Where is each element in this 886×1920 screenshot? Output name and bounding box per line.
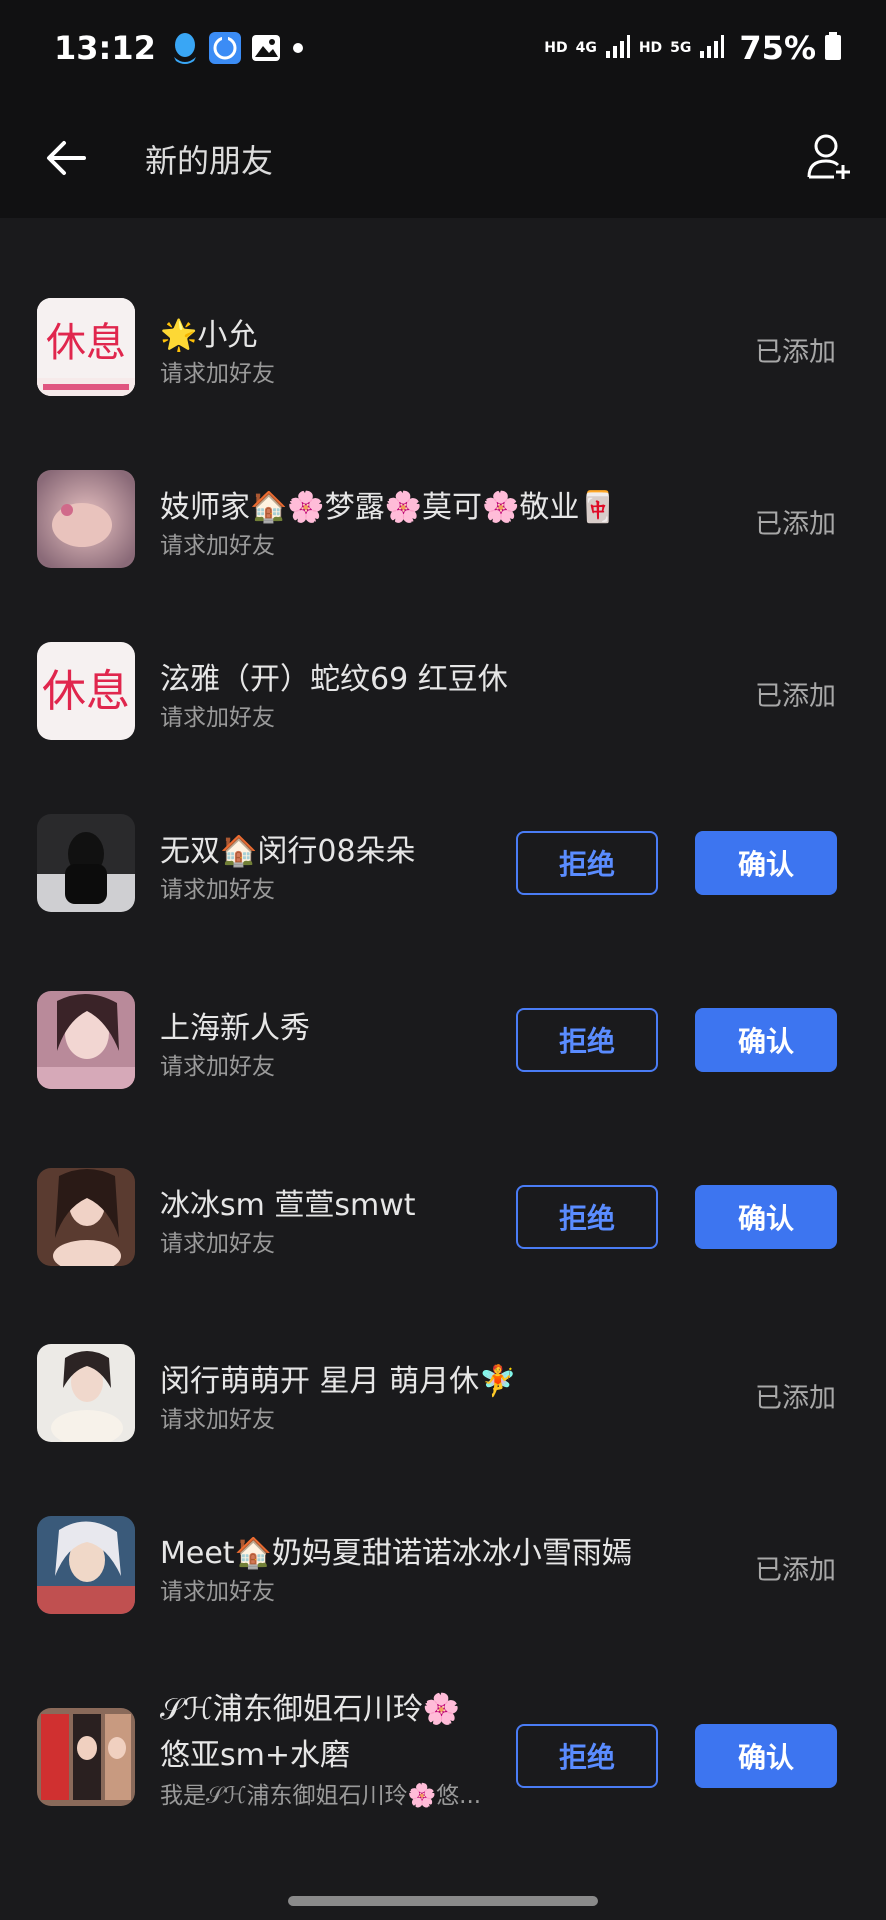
request-subtitle: 请求加好友: [160, 1407, 275, 1433]
avatar: [37, 991, 135, 1089]
avatar: [37, 814, 135, 912]
avatar: 休息: [37, 642, 135, 740]
request-subtitle: 请求加好友: [160, 877, 275, 903]
list-item[interactable]: 冰冰sm 萱萱smwt 请求加好友 拒绝 确认: [0, 1168, 886, 1340]
reject-button[interactable]: 拒绝: [516, 1185, 658, 1249]
request-name: 闵行萌萌开 星月 萌月休🧚: [160, 1364, 517, 1399]
avatar: 休息: [37, 298, 135, 396]
request-name: 𝒮ℋ浦东御姐石川玲🌸: [160, 1692, 461, 1727]
request-subtitle: 请求加好友: [160, 1231, 275, 1257]
avatar: [37, 1168, 135, 1266]
added-status: 已添加: [755, 1383, 836, 1414]
add-user-icon: [807, 134, 850, 179]
request-name-line2: 悠亚sm+水磨: [160, 1738, 350, 1773]
avatar: [37, 470, 135, 568]
list-item[interactable]: 闵行萌萌开 星月 萌月休🧚 请求加好友 已添加: [0, 1344, 886, 1516]
add-friend-button[interactable]: [802, 130, 856, 184]
list-item[interactable]: 无双🏠闵行08朵朵 请求加好友 拒绝 确认: [0, 814, 886, 986]
added-status: 已添加: [755, 1555, 836, 1586]
back-arrow-icon: [47, 141, 86, 175]
avatar-text: 休息: [46, 320, 126, 366]
confirm-button[interactable]: 确认: [695, 1185, 837, 1249]
confirm-button[interactable]: 确认: [695, 1724, 837, 1788]
avatar: [37, 1344, 135, 1442]
reject-button[interactable]: 拒绝: [516, 1724, 658, 1788]
status-bar: 13:12 HD 4G HD 5G 75%: [0, 0, 886, 96]
request-subtitle: 请求加好友: [160, 705, 275, 731]
list-item[interactable]: 妓师家🏠🌸梦露🌸莫可🌸敬业🀄 请求加好友 已添加: [0, 470, 886, 642]
signal-icon: [605, 33, 631, 63]
request-name: 妓师家🏠🌸梦露🌸莫可🌸敬业🀄: [160, 490, 617, 525]
reject-button[interactable]: 拒绝: [516, 831, 658, 895]
request-name: 无双🏠闵行08朵朵: [160, 834, 416, 869]
avatar: [37, 1708, 135, 1806]
gallery-icon: [250, 32, 282, 64]
qq-icon: [170, 31, 200, 65]
battery-icon: [824, 31, 842, 65]
status-time: 13:12: [54, 29, 156, 67]
network-4g-label: 4G: [575, 40, 597, 56]
hd-label: HD: [544, 40, 568, 56]
confirm-button[interactable]: 确认: [695, 831, 837, 895]
home-indicator[interactable]: [288, 1896, 598, 1906]
list-item[interactable]: Meet🏠奶妈夏甜诺诺冰冰小雪雨嫣 请求加好友 已添加: [0, 1516, 886, 1688]
list-item[interactable]: 休息 泫雅（开）蛇纹69 红豆休 请求加好友 已添加: [0, 642, 886, 814]
reject-button[interactable]: 拒绝: [516, 1008, 658, 1072]
app-header: 新的朋友: [0, 96, 886, 218]
request-subtitle: 我是𝒮ℋ浦东御姐石川玲🌸悠...: [160, 1783, 482, 1809]
request-subtitle: 请求加好友: [160, 1054, 275, 1080]
added-status: 已添加: [755, 681, 836, 712]
request-subtitle: 请求加好友: [160, 533, 275, 559]
added-status: 已添加: [755, 509, 836, 540]
app-u-icon: [208, 31, 242, 65]
page-title: 新的朋友: [145, 142, 274, 180]
confirm-button[interactable]: 确认: [695, 1008, 837, 1072]
request-name: 上海新人秀: [160, 1011, 310, 1046]
request-name: Meet🏠奶妈夏甜诺诺冰冰小雪雨嫣: [160, 1536, 632, 1571]
list-item[interactable]: 休息 🌟小允 请求加好友 已添加: [0, 298, 886, 470]
list-item[interactable]: 上海新人秀 请求加好友 拒绝 确认: [0, 991, 886, 1163]
avatar-text: 休息: [42, 666, 130, 717]
request-subtitle: 请求加好友: [160, 361, 275, 387]
network-5g-label: 5G: [670, 40, 692, 56]
battery-percent: 75%: [739, 29, 816, 67]
request-subtitle: 请求加好友: [160, 1579, 275, 1605]
avatar: [37, 1516, 135, 1614]
request-name: 冰冰sm 萱萱smwt: [160, 1188, 416, 1223]
request-name: 泫雅（开）蛇纹69 红豆休: [160, 662, 508, 697]
list-item[interactable]: 𝒮ℋ浦东御姐石川玲🌸 悠亚sm+水磨 我是𝒮ℋ浦东御姐石川玲🌸悠... 拒绝 确…: [0, 1692, 886, 1898]
signal-icon-2: [699, 33, 725, 63]
request-name: 🌟小允: [160, 318, 258, 353]
notification-dot-icon: [290, 40, 306, 56]
back-button[interactable]: [40, 132, 92, 184]
added-status: 已添加: [755, 337, 836, 368]
hd-label-2: HD: [638, 40, 663, 56]
